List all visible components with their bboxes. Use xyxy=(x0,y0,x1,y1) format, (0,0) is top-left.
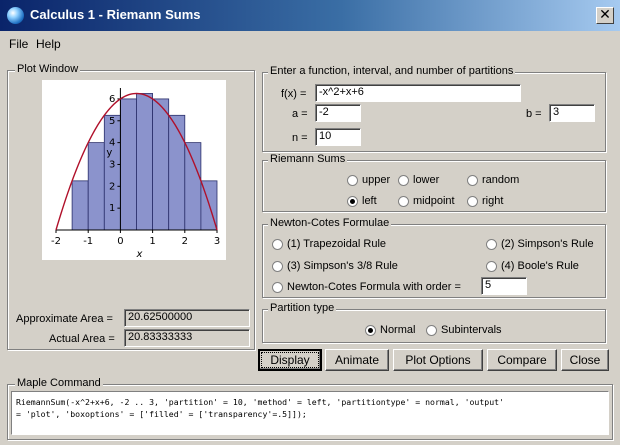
radio-normal[interactable]: Normal xyxy=(365,324,415,336)
riemann-bar xyxy=(184,142,202,231)
x-tick-label: 2 xyxy=(182,236,188,247)
actual-area-value: 20.83333333 xyxy=(124,329,250,347)
y-tick-label: 5 xyxy=(109,116,115,127)
radio-subintervals[interactable]: Subintervals xyxy=(426,324,502,336)
maple-command-text[interactable]: RiemannSum(-x^2+x+6, -2 .. 3, 'partition… xyxy=(11,391,609,435)
a-label: a = xyxy=(292,108,308,120)
radio-boole[interactable]: (4) Boole's Rule xyxy=(486,260,579,272)
riemann-bar xyxy=(136,93,154,231)
radio-indicator xyxy=(426,324,437,336)
radio-upper[interactable]: upper xyxy=(347,174,390,186)
y-tick-label: 2 xyxy=(109,181,115,192)
radio-simpson-label: (2) Simpson's Rule xyxy=(501,238,594,250)
radio-trapezoidal-label: (1) Trapezoidal Rule xyxy=(287,238,387,250)
y-tick-label: 3 xyxy=(109,159,115,170)
riemann-bar xyxy=(71,180,89,231)
plot-window-legend: Plot Window xyxy=(15,63,81,75)
radio-indicator xyxy=(347,174,358,186)
partition-type-legend: Partition type xyxy=(268,302,337,314)
radio-subintervals-label: Subintervals xyxy=(441,324,502,336)
radio-upper-label: upper xyxy=(362,174,391,186)
riemann-bar xyxy=(168,114,186,231)
maple-command-line: RiemannSum(-x^2+x+6, -2 .. 3, 'partition… xyxy=(16,397,504,407)
radio-indicator xyxy=(467,174,478,186)
radio-midpoint[interactable]: midpoint xyxy=(398,195,455,207)
x-tick-label: -1 xyxy=(83,236,93,247)
radio-indicator xyxy=(347,195,358,207)
x-tick-label: 3 xyxy=(214,236,220,247)
input-group-legend: Enter a function, interval, and number o… xyxy=(268,65,516,77)
riemann-sums-legend: Riemann Sums xyxy=(268,153,348,165)
radio-indicator xyxy=(398,174,409,186)
radio-boole-label: (4) Boole's Rule xyxy=(501,260,579,272)
actual-area-label: Actual Area = xyxy=(49,333,115,345)
radio-nc-order-label: Newton-Cotes Formula with order = xyxy=(287,281,461,293)
radio-nc-order[interactable]: Newton-Cotes Formula with order = xyxy=(272,281,461,293)
radio-trapezoidal[interactable]: (1) Trapezoidal Rule xyxy=(272,238,386,250)
radio-random[interactable]: random xyxy=(467,174,519,186)
compare-button[interactable]: Compare xyxy=(487,349,557,371)
radio-indicator xyxy=(272,238,283,250)
radio-lower[interactable]: lower xyxy=(398,174,439,186)
radio-left[interactable]: left xyxy=(347,195,377,207)
radio-indicator xyxy=(486,238,497,250)
radio-simpson[interactable]: (2) Simpson's Rule xyxy=(486,238,594,250)
riemann-plot: -2 -1 0 1 2 3123456yx xyxy=(42,80,226,260)
n-input[interactable]: 10 xyxy=(315,128,361,146)
radio-random-label: random xyxy=(482,174,520,186)
n-label: n = xyxy=(292,132,308,144)
radio-midpoint-label: midpoint xyxy=(413,195,455,207)
function-input[interactable]: -x^2+x+6 xyxy=(315,84,521,102)
x-tick-label: -2 xyxy=(51,236,61,247)
radio-simpson38-label: (3) Simpson's 3/8 Rule xyxy=(287,260,398,272)
close-button[interactable]: Close xyxy=(561,349,609,371)
y-tick-label: 1 xyxy=(109,203,115,214)
menu-file[interactable]: File xyxy=(9,37,28,51)
riemann-bar xyxy=(87,142,105,231)
approx-area-value: 20.62500000 xyxy=(124,309,250,327)
maple-command-legend: Maple Command xyxy=(15,377,103,389)
radio-right[interactable]: right xyxy=(467,195,503,207)
maple-globe-icon xyxy=(7,7,24,24)
radio-indicator xyxy=(272,260,283,272)
approx-area-label: Approximate Area = xyxy=(16,313,113,325)
x-tick-label: 0 xyxy=(117,236,123,247)
radio-indicator xyxy=(398,195,409,207)
radio-indicator xyxy=(272,281,283,293)
radio-lower-label: lower xyxy=(413,174,440,186)
riemann-bar xyxy=(120,98,137,231)
radio-simpson38[interactable]: (3) Simpson's 3/8 Rule xyxy=(272,260,398,272)
fx-label: f(x) = xyxy=(281,88,307,100)
window-title: Calculus 1 - Riemann Sums xyxy=(30,7,201,22)
radio-right-label: right xyxy=(482,195,504,207)
b-input[interactable]: 3 xyxy=(549,104,595,122)
x-tick-label: 1 xyxy=(149,236,155,247)
x-axis-label: x xyxy=(136,249,143,260)
riemann-bar xyxy=(152,98,170,231)
plot-options-button[interactable]: Plot Options xyxy=(393,349,483,371)
newton-cotes-legend: Newton-Cotes Formulae xyxy=(268,217,392,229)
radio-indicator xyxy=(365,324,376,336)
radio-left-label: left xyxy=(362,195,377,207)
display-button[interactable]: Display xyxy=(258,349,322,371)
radio-indicator xyxy=(467,195,478,207)
radio-normal-label: Normal xyxy=(380,324,416,336)
y-axis-label: y xyxy=(106,148,112,159)
a-input[interactable]: -2 xyxy=(315,104,361,122)
window-close-button[interactable]: ✕ xyxy=(596,7,614,24)
animate-button[interactable]: Animate xyxy=(325,349,389,371)
b-label: b = xyxy=(526,108,542,120)
nc-order-input[interactable]: 5 xyxy=(481,277,527,295)
maple-command-line: = 'plot', 'boxoptions' = ['filled' = ['t… xyxy=(16,409,307,419)
radio-indicator xyxy=(486,260,497,272)
menu-help[interactable]: Help xyxy=(36,37,61,51)
